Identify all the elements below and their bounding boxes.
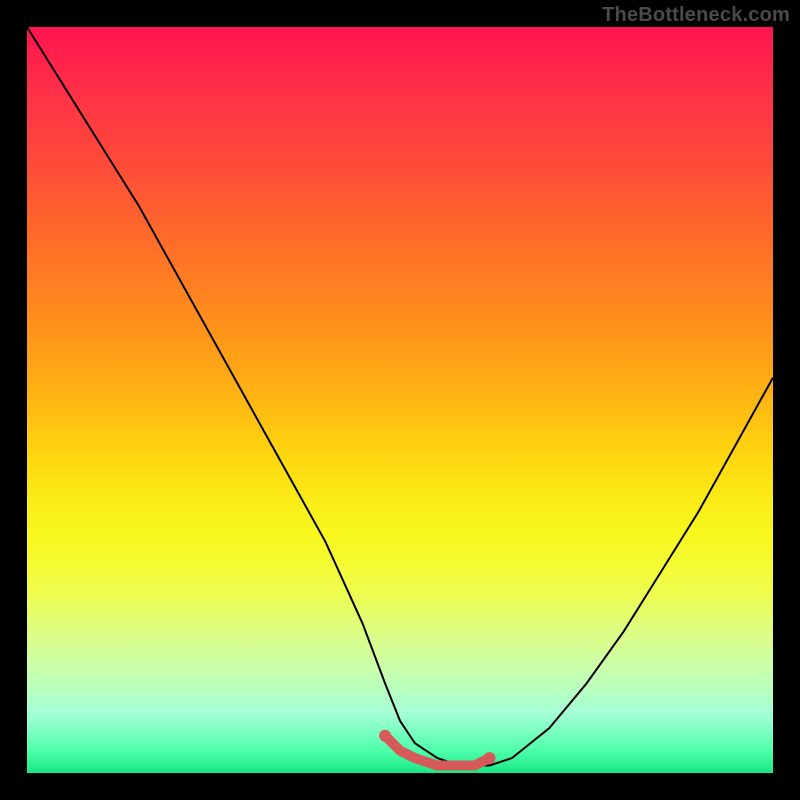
watermark-text: TheBottleneck.com: [602, 4, 790, 27]
curve-line: [27, 27, 773, 766]
plot-area: [27, 27, 773, 773]
highlight-line: [385, 736, 489, 766]
chart-frame: TheBottleneck.com: [0, 0, 800, 800]
highlight-endpoint: [379, 730, 391, 742]
chart-svg: [27, 27, 773, 773]
highlight-endpoint: [484, 752, 496, 764]
